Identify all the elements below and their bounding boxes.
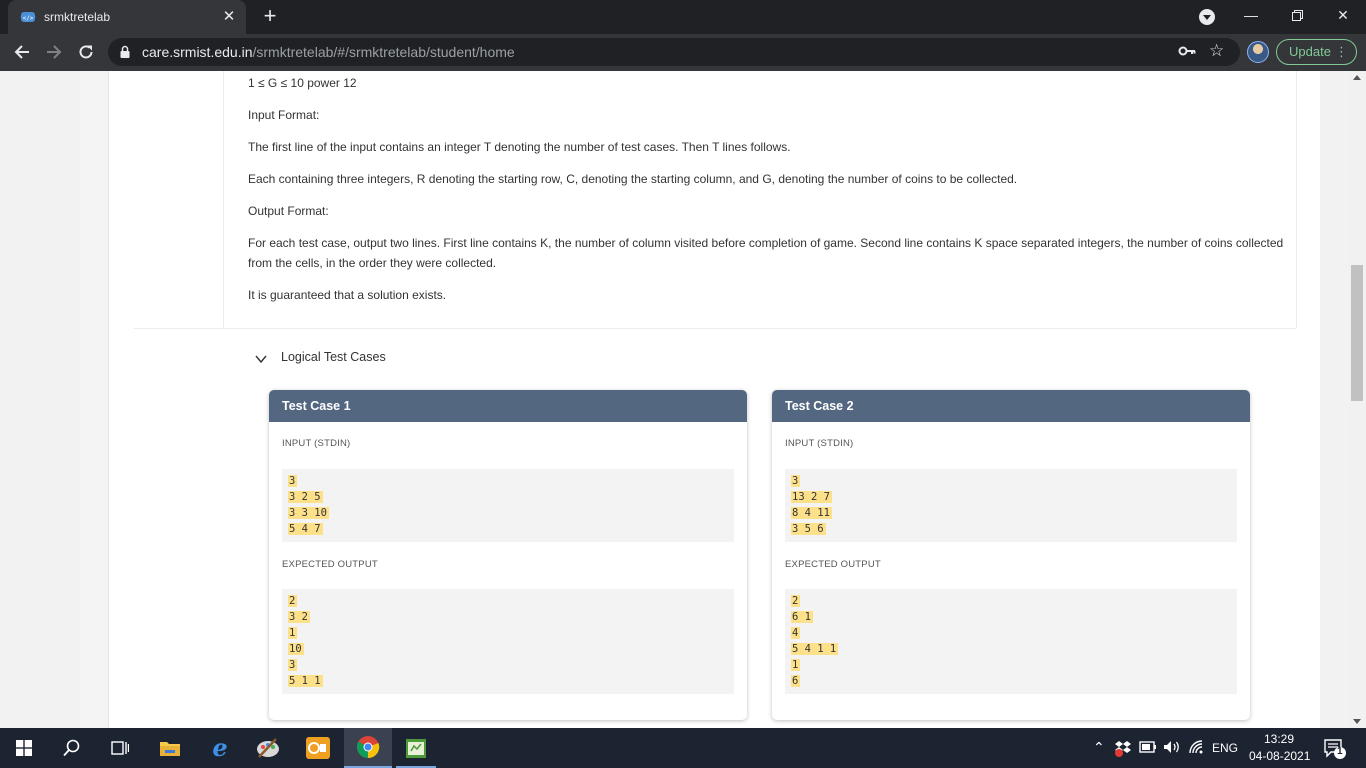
code-line: 10 xyxy=(288,643,304,655)
code-line: 2 xyxy=(288,595,298,607)
output-label: EXPECTED OUTPUT xyxy=(282,559,378,570)
close-tab-icon[interactable]: ✕ xyxy=(220,8,238,26)
notification-center-icon[interactable] xyxy=(1323,738,1347,760)
code-line: 3 2 5 xyxy=(288,491,323,503)
code-line: 1 xyxy=(288,627,298,639)
test-case-title: Test Case 2 xyxy=(772,390,1250,422)
file-explorer-icon[interactable] xyxy=(146,728,194,768)
svg-text:e: e xyxy=(212,736,227,760)
clock-date[interactable]: 04-08-2021 xyxy=(1249,749,1310,763)
battery-icon[interactable] xyxy=(1139,741,1157,753)
code-line: 13 2 7 xyxy=(791,491,832,503)
bookmark-star-icon[interactable]: ☆ xyxy=(1209,41,1224,61)
scrollbar-thumb[interactable] xyxy=(1351,265,1363,401)
code-line: 8 4 11 xyxy=(791,507,832,519)
minimize-icon[interactable]: — xyxy=(1228,0,1274,30)
chrome-browser-icon[interactable] xyxy=(344,728,392,768)
language-indicator[interactable]: ENG xyxy=(1212,741,1238,755)
tab-title: srmktretelab xyxy=(44,10,111,24)
page-container: 1 ≤ G ≤ 10 power 12 Input Format: The fi… xyxy=(80,71,1320,728)
notepad-app-icon[interactable] xyxy=(392,728,440,768)
windows-start-icon[interactable] xyxy=(0,728,48,768)
test-case-card: Test Case 1 INPUT (STDIN) 3 3 2 5 3 3 10… xyxy=(269,390,747,720)
code-line: 3 xyxy=(288,475,298,487)
scroll-up-arrow-icon[interactable] xyxy=(1353,75,1361,80)
code-line: 6 xyxy=(791,675,801,687)
task-view-icon[interactable] xyxy=(96,728,144,768)
page-scrollbar[interactable] xyxy=(1349,71,1366,728)
guarantee-text: It is guaranteed that a solution exists. xyxy=(248,288,447,302)
clock-time[interactable]: 13:29 xyxy=(1264,732,1294,746)
svg-text:</>: </> xyxy=(23,15,34,22)
tab-search-icon[interactable] xyxy=(1199,9,1215,25)
code-line: 3 2 xyxy=(288,611,310,623)
wifi-icon[interactable] xyxy=(1188,739,1206,755)
back-arrow-icon[interactable] xyxy=(9,39,35,65)
update-button[interactable]: Update ⋮ xyxy=(1276,39,1357,65)
problem-card: 1 ≤ G ≤ 10 power 12 Input Format: The fi… xyxy=(108,71,1320,728)
code-line: 5 4 7 xyxy=(288,523,323,535)
paint-app-icon[interactable] xyxy=(244,728,292,768)
output-format-text: For each test case, output two lines. Fi… xyxy=(248,236,1284,270)
search-icon[interactable] xyxy=(48,728,96,768)
input-block: 3 13 2 7 8 4 11 3 5 6 xyxy=(785,469,1237,542)
divider xyxy=(134,328,1296,329)
input-format-line: Each containing three integers, R denoti… xyxy=(248,172,1018,186)
app-icon[interactable] xyxy=(294,728,342,768)
logical-test-cases-toggle[interactable]: Logical Test Cases xyxy=(281,350,386,364)
browser-tab[interactable]: </> srmktretelab ✕ xyxy=(8,0,246,34)
input-block: 3 3 2 5 3 3 10 5 4 7 xyxy=(282,469,734,542)
key-icon[interactable] xyxy=(1178,44,1196,58)
close-window-icon[interactable]: ✕ xyxy=(1320,0,1366,30)
page-viewport: 1 ≤ G ≤ 10 power 12 Input Format: The fi… xyxy=(0,71,1366,728)
forward-arrow-icon[interactable] xyxy=(41,39,67,65)
test-case-title: Test Case 1 xyxy=(269,390,747,422)
code-line: 3 3 10 xyxy=(288,507,329,519)
divider xyxy=(1296,71,1297,328)
volume-icon[interactable] xyxy=(1162,739,1182,755)
new-tab-icon[interactable]: + xyxy=(258,5,282,29)
code-line: 2 xyxy=(791,595,801,607)
restore-icon[interactable] xyxy=(1274,0,1320,30)
notification-count-badge: 1 xyxy=(1337,746,1343,757)
test-case-card: Test Case 2 INPUT (STDIN) 3 13 2 7 8 4 1… xyxy=(772,390,1250,720)
chevron-down-icon[interactable] xyxy=(254,352,268,366)
output-block: 2 6 1 4 5 4 1 1 1 6 xyxy=(785,589,1237,694)
input-format-heading: Input Format: xyxy=(248,108,320,122)
input-label: INPUT (STDIN) xyxy=(785,438,854,449)
dropbox-tray-icon[interactable] xyxy=(1114,739,1132,757)
code-favicon-icon: </> xyxy=(20,12,36,22)
output-block: 2 3 2 1 10 3 5 1 1 xyxy=(282,589,734,694)
output-label: EXPECTED OUTPUT xyxy=(785,559,881,570)
show-hidden-icons-icon[interactable]: ⌃ xyxy=(1093,739,1105,756)
code-line: 4 xyxy=(791,627,801,639)
code-line: 6 1 xyxy=(791,611,813,623)
url-text[interactable]: care.srmist.edu.in/srmktretelab/#/srmktr… xyxy=(142,44,515,60)
code-line: 5 4 1 1 xyxy=(791,643,839,655)
reload-icon[interactable] xyxy=(73,39,99,65)
input-label: INPUT (STDIN) xyxy=(282,438,351,449)
profile-avatar[interactable] xyxy=(1247,41,1269,63)
scroll-down-arrow-icon[interactable] xyxy=(1353,719,1361,724)
problem-gutter xyxy=(134,71,224,328)
input-format-line: The first line of the input contains an … xyxy=(248,140,791,154)
windows-taskbar: e ⌃ ENG 13:29 04-08-2021 1 xyxy=(0,728,1366,768)
code-line: 3 xyxy=(288,659,298,671)
lock-icon[interactable] xyxy=(120,45,130,58)
tab-strip: </> srmktretelab ✕ + — ✕ xyxy=(0,0,1366,34)
code-line: 1 xyxy=(791,659,801,671)
constraint-text: 1 ≤ G ≤ 10 power 12 xyxy=(248,76,357,90)
code-line: 5 1 1 xyxy=(288,675,323,687)
output-format-heading: Output Format: xyxy=(248,204,329,218)
code-line: 3 xyxy=(791,475,801,487)
more-menu-icon[interactable]: ⋮ xyxy=(1335,40,1348,64)
edge-browser-icon[interactable]: e xyxy=(196,728,244,768)
code-line: 3 5 6 xyxy=(791,523,826,535)
